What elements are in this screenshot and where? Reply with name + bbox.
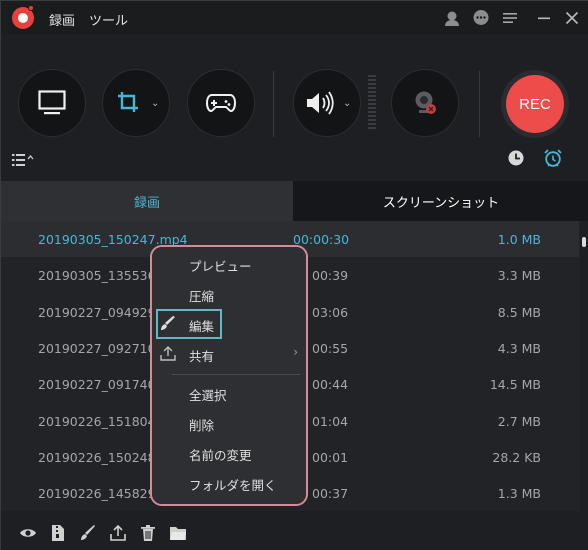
file-duration: 00:44 (312, 377, 349, 392)
chevron-down-icon[interactable]: ⌄ (343, 98, 351, 109)
gamepad-icon (206, 94, 236, 113)
audio-level-meter (368, 75, 376, 131)
monitor-icon (38, 90, 66, 115)
menu-icon[interactable] (501, 9, 519, 27)
crop-icon (118, 92, 138, 112)
webcam-icon (415, 91, 436, 114)
toolbar-divider (273, 71, 274, 137)
menu-item-label: プレビュー (189, 259, 252, 274)
menu-item-delete[interactable]: 削除 (152, 408, 306, 438)
menu-item-preview[interactable]: プレビュー (152, 249, 306, 279)
file-duration: 00:37 (312, 486, 349, 501)
rec-button[interactable]: REC (506, 75, 564, 133)
history-icon[interactable] (507, 149, 525, 171)
share-icon (159, 346, 177, 362)
menu-item-share[interactable]: 共有 › (152, 339, 306, 369)
file-size: 8.5 MB (497, 305, 541, 320)
game-record-button[interactable] (187, 69, 255, 137)
screen-record-button[interactable] (18, 69, 86, 137)
minimize-icon[interactable] (535, 9, 553, 27)
edit-icon[interactable] (79, 524, 97, 542)
file-size: 1.3 MB (497, 486, 541, 501)
file-size: 4.3 MB (497, 341, 541, 356)
rec-button-ring: REC (501, 70, 569, 138)
file-size: 14.5 MB (489, 377, 541, 392)
menu-separator (172, 374, 300, 375)
menu-item-rename[interactable]: 名前の変更 (152, 438, 306, 468)
file-name: 20190305_135536 (38, 268, 156, 283)
toolbar-divider (479, 71, 480, 137)
file-size: 2.7 MB (497, 414, 541, 429)
logo-dot (28, 5, 34, 11)
menu-item-label: 名前の変更 (189, 448, 252, 463)
scrollbar-thumb[interactable] (582, 237, 586, 247)
file-size: 28.2 KB (492, 450, 541, 465)
speaker-icon (307, 91, 334, 115)
menu-item-label: フォルダを開く (189, 478, 277, 493)
tab-recording[interactable]: 録画 (1, 181, 293, 221)
file-duration: 00:55 (312, 341, 349, 356)
context-menu: プレビュー 圧縮 編集 共有 › 全選択 削除 名前の変更 フォルダを開く (152, 247, 306, 504)
tab-bar: 録画 スクリーンショット (1, 181, 588, 221)
file-duration: 03:06 (312, 305, 349, 320)
menu-tools[interactable]: ツール (89, 10, 128, 29)
eye-icon[interactable] (19, 524, 37, 542)
share-icon[interactable] (109, 524, 127, 542)
tab-screenshot[interactable]: スクリーンショット (293, 181, 588, 221)
compress-icon[interactable] (49, 524, 67, 542)
app-window: 録画 ツール ⌄ ⌄ REC 録画 スクリーンショット 20190305_150… (0, 0, 588, 550)
file-name: 20190227_092710 (38, 341, 156, 356)
file-duration: 00:39 (312, 268, 349, 283)
chat-icon[interactable] (472, 9, 490, 27)
file-duration: 00:00:30 (293, 232, 350, 247)
audio-button[interactable]: ⌄ (293, 69, 361, 137)
file-name: 20190227_094929 (38, 305, 156, 320)
title-bar: 録画 ツール (1, 1, 588, 35)
user-icon[interactable] (443, 9, 461, 27)
chevron-down-icon[interactable]: ⌄ (151, 98, 159, 109)
file-size: 1.0 MB (497, 232, 541, 247)
bottom-toolbar (1, 511, 588, 550)
recording-toolbar: ⌄ ⌄ REC (1, 35, 588, 181)
file-duration: 01:04 (312, 414, 349, 429)
alarm-clock-icon[interactable] (543, 148, 563, 172)
file-name: 20190226_145829 (38, 486, 156, 501)
close-icon[interactable] (563, 9, 581, 27)
menu-item-label: 全選択 (189, 388, 227, 403)
edit-highlight-box (156, 309, 222, 339)
file-duration: 00:01 (312, 450, 349, 465)
file-name: 20190226_151804 (38, 414, 156, 429)
menu-item-compress[interactable]: 圧縮 (152, 279, 306, 309)
file-name: 20190226_150248 (38, 450, 156, 465)
region-select-button[interactable]: ⌄ (102, 69, 170, 137)
menu-item-label: 共有 (189, 349, 215, 364)
file-size: 3.3 MB (497, 268, 541, 283)
webcam-button[interactable] (391, 69, 459, 137)
list-scrollbar[interactable] (580, 221, 588, 511)
menu-recording[interactable]: 録画 (49, 10, 75, 29)
menu-item-label: 削除 (189, 418, 215, 433)
file-name: 20190227_091740 (38, 377, 156, 392)
menu-item-label: 圧縮 (189, 289, 215, 304)
trash-icon[interactable] (139, 524, 157, 542)
folder-icon[interactable] (169, 524, 187, 542)
menu-item-select-all[interactable]: 全選択 (152, 378, 306, 408)
chevron-right-icon: › (293, 345, 298, 359)
list-view-icon[interactable] (12, 152, 34, 171)
menu-item-open-folder[interactable]: フォルダを開く (152, 468, 306, 498)
